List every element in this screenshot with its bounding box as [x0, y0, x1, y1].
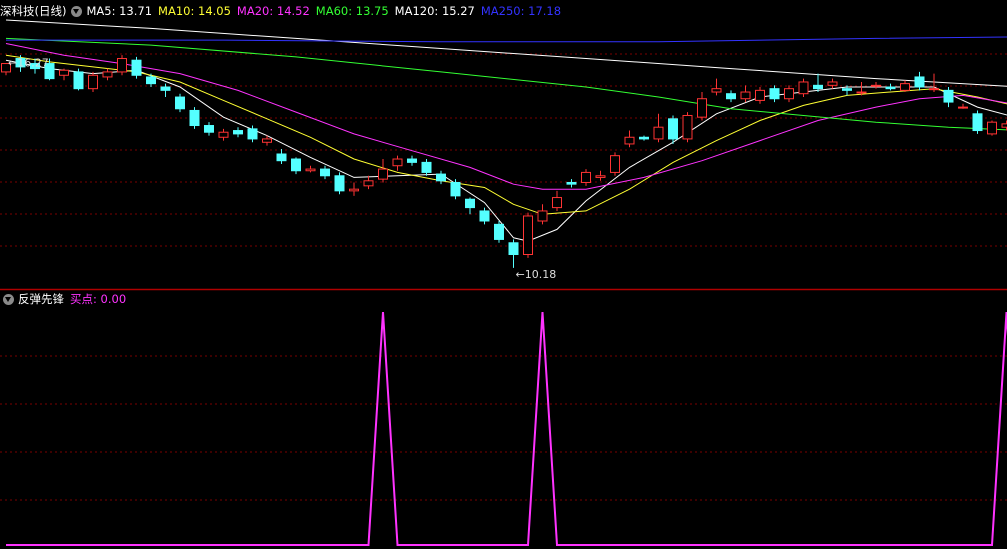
buy-signal-series: [6, 311, 1007, 546]
candle: [595, 170, 606, 181]
ma-line-ma60: [5, 37, 1007, 131]
candle: [798, 78, 809, 98]
candle: [885, 83, 896, 91]
candle: [972, 110, 983, 134]
candle: [508, 239, 519, 268]
candle: [958, 103, 968, 109]
chart-title: 深科技(日线): [0, 4, 67, 18]
candle: [450, 179, 461, 200]
candle: [218, 128, 229, 141]
main-chart-header: 深科技(日线) MA5: 13.71 MA10: 14.05 MA20: 14.52…: [0, 3, 573, 19]
candle: [175, 93, 185, 113]
ma-label: MA120: 15.27: [394, 4, 475, 18]
candle: [566, 179, 577, 188]
candle: [73, 68, 84, 91]
candle: [682, 112, 693, 143]
indicator-title: 反弹先锋: [18, 292, 64, 306]
candle: [697, 92, 707, 121]
candle: [117, 55, 127, 76]
candle: [914, 71, 925, 91]
ma-line-ma250: [6, 36, 1007, 43]
candle: [407, 155, 417, 166]
candle: [711, 78, 722, 96]
candle: [856, 81, 867, 96]
indicator-header: 反弹先锋 买点: 0.00: [0, 291, 132, 307]
ma-line-ma20: [5, 43, 1007, 190]
candle: [581, 169, 591, 186]
candle: [305, 165, 316, 173]
ma-label: MA5: 13.71: [86, 4, 153, 18]
candle: [987, 120, 997, 136]
price-annotation: ←16.27: [8, 57, 49, 70]
indicator-grid: [0, 355, 1007, 501]
candle: [494, 221, 504, 243]
ma-legend: MA5: 13.71 MA10: 14.05 MA20: 14.52 MA60: 13…: [86, 3, 567, 19]
candle: [131, 56, 142, 79]
ma-label: MA20: 14.52: [236, 4, 310, 18]
candle: [378, 159, 388, 183]
candle: [769, 85, 780, 103]
candle: [465, 197, 475, 215]
candle: [813, 73, 823, 93]
candle: [320, 165, 330, 180]
candle: [334, 172, 345, 195]
candle: [639, 135, 649, 141]
candle: [479, 207, 490, 225]
candle: [537, 204, 548, 225]
candle: [291, 157, 301, 175]
chevron-down-icon[interactable]: [71, 5, 83, 17]
candle: [740, 85, 751, 103]
candle: [929, 73, 939, 93]
ma-label: MA60: 13.75: [315, 4, 389, 18]
candle: [160, 83, 171, 98]
ma-label: MA10: 14.05: [158, 4, 231, 18]
candle: [421, 159, 432, 176]
candle: [363, 175, 374, 190]
candle: [276, 148, 287, 165]
chart-canvas: ←16.27 ←10.18: [0, 19, 1007, 546]
chevron-down-icon[interactable]: [3, 293, 14, 305]
candle: [827, 78, 838, 89]
candle: [784, 85, 794, 103]
signal-line: [6, 311, 1007, 546]
candle: [204, 122, 214, 136]
indicator-value: 买点: 0.00: [70, 292, 127, 306]
candle: [755, 87, 765, 104]
candle: [624, 130, 635, 148]
candle: [552, 190, 562, 211]
candle: [610, 152, 620, 176]
candle: [1001, 120, 1007, 131]
candle: [943, 87, 954, 108]
moving-average-lines: [5, 19, 1007, 242]
ma-label: MA250: 17.18: [480, 4, 562, 18]
candle: [349, 182, 359, 196]
price-annotation: ←10.18: [516, 268, 557, 281]
candle: [102, 68, 113, 81]
candle: [392, 155, 403, 171]
candle: [900, 80, 910, 93]
candle: [233, 127, 243, 138]
candle: [726, 90, 736, 103]
candle: [436, 170, 446, 185]
candle: [871, 81, 881, 89]
candle: [59, 68, 69, 81]
candle: [523, 212, 533, 258]
candle: [189, 107, 200, 129]
candle: [88, 71, 98, 93]
